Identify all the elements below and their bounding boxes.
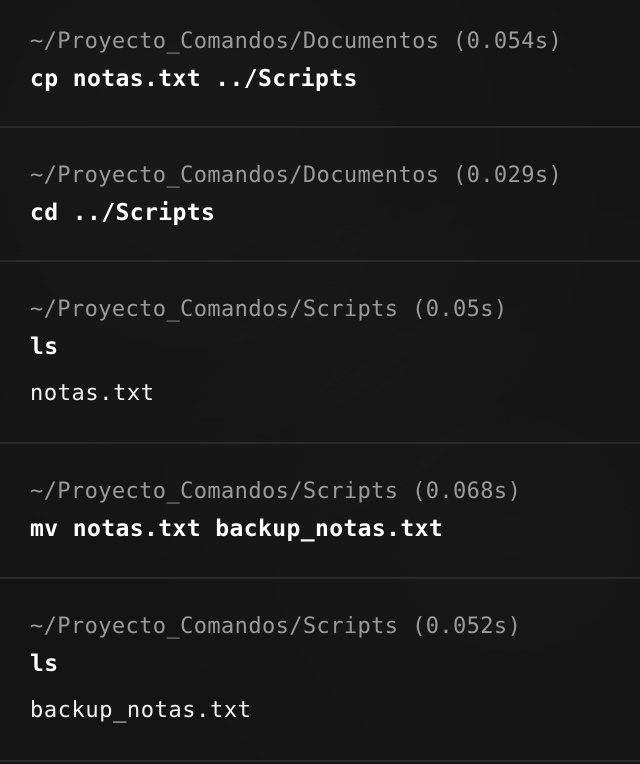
- command-output: backup_notas.txt: [30, 698, 252, 723]
- command-block[interactable]: ~/Proyecto_Comandos/Documentos (0.054s) …: [0, 0, 640, 128]
- command-block[interactable]: ~/Proyecto_Comandos/Scripts (0.068s) mv …: [0, 444, 640, 579]
- prompt-path: ~/Proyecto_Comandos/Documentos (0.029s): [30, 163, 563, 188]
- command-block[interactable]: ~/Proyecto_Comandos/Scripts (0.05s) ls n…: [0, 262, 640, 444]
- prompt-path: ~/Proyecto_Comandos/Scripts (0.052s): [30, 614, 522, 639]
- command-text: ls: [30, 334, 59, 360]
- command-text: ls: [30, 651, 59, 677]
- prompt-path: ~/Proyecto_Comandos/Scripts (0.068s): [30, 479, 522, 504]
- prompt-path: ~/Proyecto_Comandos/Scripts (0.05s): [30, 297, 508, 322]
- command-block[interactable]: ~/Proyecto_Comandos/Scripts (0.052s) ls …: [0, 579, 640, 762]
- command-block[interactable]: ~/Proyecto_Comandos/Documentos (0.029s) …: [0, 128, 640, 262]
- command-output: notas.txt: [30, 381, 155, 406]
- command-text: mv notas.txt backup_notas.txt: [30, 516, 444, 542]
- command-text: cp notas.txt ../Scripts: [30, 66, 358, 92]
- prompt-path: ~/Proyecto_Comandos/Documentos (0.054s): [30, 29, 563, 54]
- command-text: cd ../Scripts: [30, 200, 216, 226]
- terminal-window: ~/Proyecto_Comandos/Documentos (0.054s) …: [0, 0, 640, 764]
